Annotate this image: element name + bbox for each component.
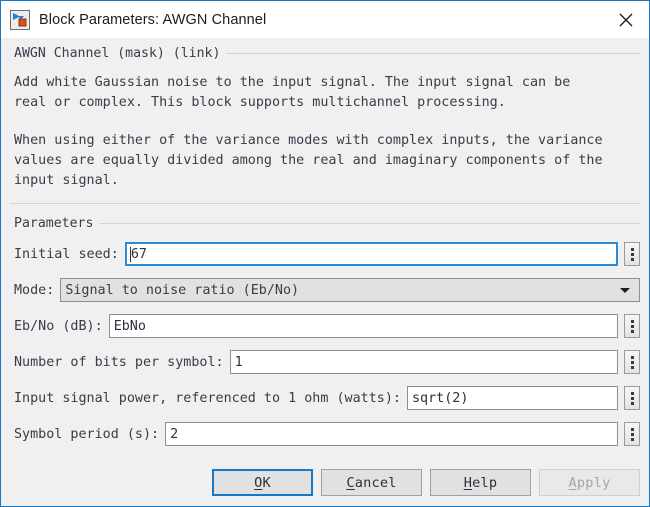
description-group: AWGN Channel (mask) (link) Add white Gau… bbox=[10, 44, 640, 204]
label-input-signal-power: Input signal power, referenced to 1 ohm … bbox=[10, 391, 401, 406]
bits-per-symbol-value: 1 bbox=[235, 355, 243, 370]
label-bits-per-symbol: Number of bits per symbol: bbox=[10, 355, 224, 370]
bits-per-symbol-vertical-ellipsis-icon[interactable] bbox=[624, 350, 640, 374]
parameters-legend: Parameters bbox=[10, 215, 99, 233]
dialog-body: AWGN Channel (mask) (link) Add white Gau… bbox=[1, 38, 649, 506]
simulink-block-icon bbox=[10, 10, 30, 30]
chevron-down-icon bbox=[620, 288, 630, 293]
row-symbol-period: Symbol period (s): 2 bbox=[10, 421, 640, 447]
input-signal-power-value: sqrt(2) bbox=[412, 391, 468, 406]
apply-button-label: Apply bbox=[569, 475, 611, 491]
ebno-vertical-ellipsis-icon[interactable] bbox=[624, 314, 640, 338]
symbol-period-input[interactable]: 2 bbox=[165, 422, 618, 446]
input-signal-power-vertical-ellipsis-icon[interactable] bbox=[624, 386, 640, 410]
ok-button-label: OK bbox=[254, 475, 271, 491]
bits-per-symbol-input[interactable]: 1 bbox=[230, 350, 618, 374]
initial-seed-value: 67 bbox=[131, 247, 147, 262]
row-input-signal-power: Input signal power, referenced to 1 ohm … bbox=[10, 385, 640, 411]
ok-button[interactable]: OK bbox=[212, 469, 313, 496]
mode-selected-value: Signal to noise ratio (Eb/No) bbox=[65, 283, 620, 298]
ebno-value: EbNo bbox=[114, 319, 146, 334]
description-legend-row: AWGN Channel (mask) (link) bbox=[10, 44, 640, 63]
row-mode: Mode: Signal to noise ratio (Eb/No) bbox=[10, 277, 640, 303]
row-initial-seed: Initial seed: 67 bbox=[10, 241, 640, 267]
description-legend: AWGN Channel (mask) (link) bbox=[10, 45, 226, 63]
help-button-label: Help bbox=[464, 475, 498, 491]
description-paragraph-1: Add white Gaussian noise to the input si… bbox=[14, 73, 640, 113]
symbol-period-vertical-ellipsis-icon[interactable] bbox=[624, 422, 640, 446]
dialog-footer: OK Cancel Help Apply bbox=[10, 469, 640, 496]
title-bar: Block Parameters: AWGN Channel bbox=[1, 1, 649, 38]
row-ebno: Eb/No (dB): EbNo bbox=[10, 313, 640, 339]
ebno-input[interactable]: EbNo bbox=[109, 314, 618, 338]
apply-button: Apply bbox=[539, 469, 640, 496]
close-icon[interactable] bbox=[603, 2, 649, 38]
window-title: Block Parameters: AWGN Channel bbox=[39, 12, 603, 28]
label-mode: Mode: bbox=[10, 283, 54, 298]
row-bits-per-symbol: Number of bits per symbol: 1 bbox=[10, 349, 640, 375]
block-parameters-dialog: Block Parameters: AWGN Channel AWGN Chan… bbox=[0, 0, 650, 507]
cancel-button-label: Cancel bbox=[346, 475, 396, 491]
label-initial-seed: Initial seed: bbox=[10, 247, 119, 262]
mode-dropdown[interactable]: Signal to noise ratio (Eb/No) bbox=[60, 278, 640, 302]
description-paragraph-2: When using either of the variance modes … bbox=[14, 131, 640, 191]
parameters-group: Parameters Initial seed: 67 Mode: Signal… bbox=[10, 214, 640, 447]
parameters-legend-row: Parameters bbox=[10, 214, 640, 233]
cancel-button[interactable]: Cancel bbox=[321, 469, 422, 496]
symbol-period-value: 2 bbox=[170, 427, 178, 442]
help-button[interactable]: Help bbox=[430, 469, 531, 496]
label-symbol-period: Symbol period (s): bbox=[10, 427, 159, 442]
label-ebno: Eb/No (dB): bbox=[10, 319, 103, 334]
parameters-rule bbox=[10, 223, 640, 224]
initial-seed-input[interactable]: 67 bbox=[125, 242, 618, 266]
input-signal-power-input[interactable]: sqrt(2) bbox=[407, 386, 618, 410]
initial-seed-vertical-ellipsis-icon[interactable] bbox=[624, 242, 640, 266]
